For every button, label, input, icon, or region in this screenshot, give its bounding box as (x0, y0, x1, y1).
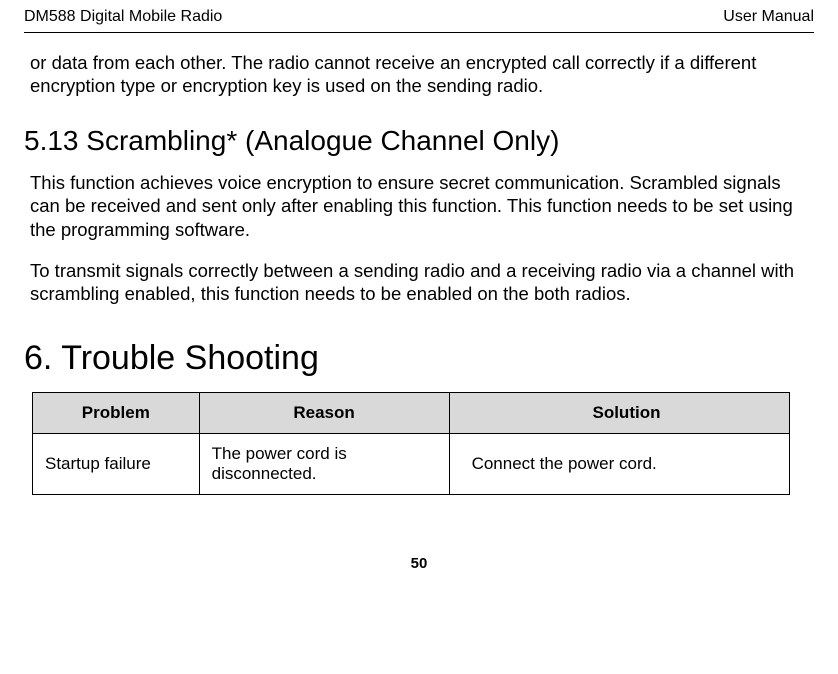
heading-6: 6. Trouble Shooting (24, 339, 814, 378)
page-footer: 50 (24, 555, 814, 572)
table-header-row: Problem Reason Solution (33, 392, 790, 433)
page-content: DM588 Digital Mobile Radio User Manual o… (0, 0, 838, 592)
th-reason: Reason (199, 392, 449, 433)
td-problem: Startup failure (33, 433, 200, 494)
section-513-para2: To transmit signals correctly between a … (24, 259, 814, 305)
section-513-para1: This function achieves voice encryption … (24, 171, 814, 240)
th-solution: Solution (449, 392, 790, 433)
header-right: User Manual (723, 8, 814, 26)
header-rule (24, 32, 814, 33)
intro-paragraph: or data from each other. The radio canno… (24, 51, 814, 97)
table-row: Startup failure The power cord is discon… (33, 433, 790, 494)
page-header: DM588 Digital Mobile Radio User Manual (24, 8, 814, 32)
td-solution: Connect the power cord. (449, 433, 790, 494)
header-left: DM588 Digital Mobile Radio (24, 8, 222, 26)
page-number: 50 (411, 555, 428, 572)
td-reason: The power cord is disconnected. (199, 433, 449, 494)
th-problem: Problem (33, 392, 200, 433)
troubleshooting-table: Problem Reason Solution Startup failure … (32, 392, 790, 495)
heading-5-13: 5.13 Scrambling* (Analogue Channel Only) (24, 125, 814, 157)
